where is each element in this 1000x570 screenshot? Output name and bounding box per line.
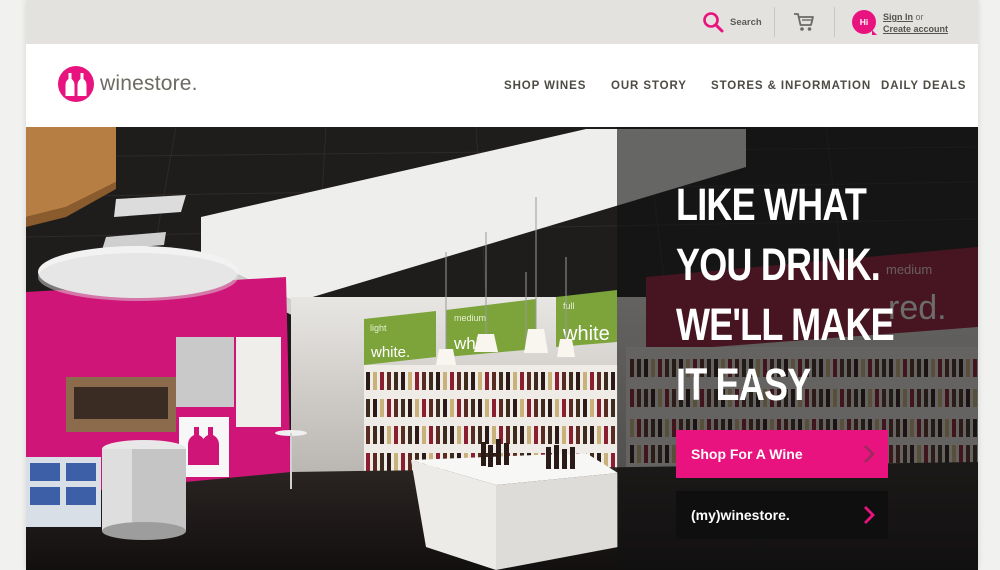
shop-for-a-wine-button[interactable]: Shop For A Wine [676,430,888,478]
headline-line: IT EASY [676,359,811,410]
headline-line: YOU DRINK. [676,239,881,290]
cart-button[interactable] [792,10,816,34]
divider [774,7,775,37]
sign-tag-light: light [370,323,387,333]
hero-banner: light medium full white. white. white me… [26,127,978,570]
chevron-right-icon [864,445,875,463]
headline-line: WE'LL MAKE [676,299,895,350]
headline-line: LIKE WHAT [676,179,867,230]
account-links: Sign In or Create account [883,11,948,35]
cart-icon [794,13,814,31]
my-winestore-label: (my)winestore. [691,507,790,523]
divider [834,7,835,37]
nav-stores-information[interactable]: STORES & INFORMATION [711,80,871,92]
main-nav: SHOP WINES OUR STORY STORES & INFORMATIO… [26,80,978,96]
sign-word-light: white. [370,344,410,361]
sign-tag-medium: medium [454,313,486,323]
shop-for-a-wine-label: Shop For A Wine [691,446,803,462]
or-text: or [915,12,924,22]
search-button[interactable]: Search [702,10,762,34]
site-header: winestore. SHOP WINES OUR STORY STORES &… [26,44,978,127]
search-label: Search [730,16,762,28]
nav-our-story[interactable]: OUR STORY [611,80,687,92]
chevron-right-icon [864,506,875,524]
my-winestore-button[interactable]: (my)winestore. [676,491,888,539]
nav-shop-wines[interactable]: SHOP WINES [504,80,586,92]
page-frame: Search Hi Sign In or Create account wine… [26,0,978,570]
utility-bar: Search Hi Sign In or Create account [26,0,978,44]
search-icon [703,12,724,33]
create-account-link[interactable]: Create account [883,24,948,34]
sign-in-link[interactable]: Sign In [883,12,913,22]
user-greeting-badge: Hi [852,10,877,35]
sign-tag-full: full [563,301,575,311]
hero-headline: LIKE WHAT YOU DRINK. WE'LL MAKE IT EASY [676,175,916,415]
nav-daily-deals[interactable]: DAILY DEALS [881,80,966,92]
